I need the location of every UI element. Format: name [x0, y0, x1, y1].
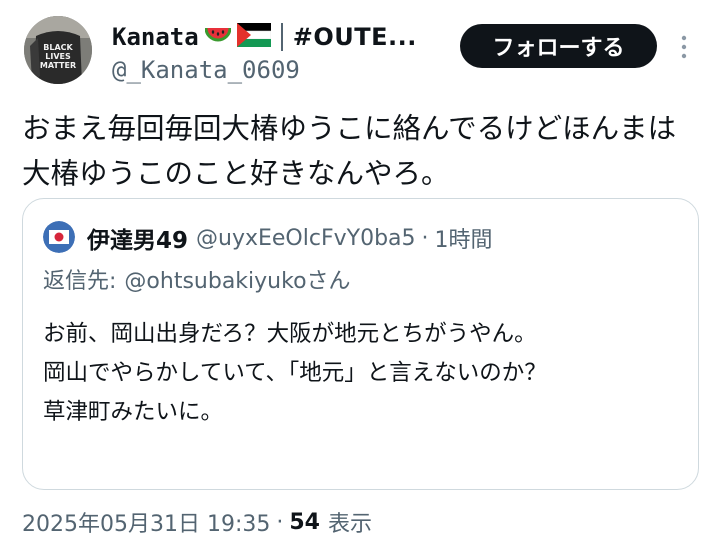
reply-to-label: 返信先:	[43, 269, 117, 294]
avatar-shirt-text-3: MATTER	[40, 61, 76, 70]
avatar-shirt-text-1: BLACK	[43, 43, 73, 52]
quote-body: お前、岡山出身だろ？大阪が地元とちがうやん。 岡山でやらかしていて、「地元」と言…	[43, 315, 683, 432]
author-name-row[interactable]: Kanata #OUTE...	[112, 20, 417, 54]
tweet-text: おまえ毎回毎回大椿ゆうこに絡んでるけどほんまは大椿ゆうこのこと好きなんやろ。	[22, 112, 677, 190]
quote-timestamp[interactable]: 1時間	[435, 222, 493, 254]
author-hashtag: #OUTE...	[292, 23, 417, 51]
palestine-flag-icon	[236, 23, 271, 51]
quote-display-name[interactable]: 伊達男49	[87, 221, 188, 255]
quote-handle[interactable]: @uyxEeOlcFvY0ba5	[196, 226, 416, 251]
reply-to-user[interactable]: @ohtsubakiyukoさん	[124, 263, 350, 295]
quote-line: お前、岡山出身だろ？大阪が地元とちがうやん。	[43, 321, 537, 347]
avatar-image: BLACK LIVES MATTER	[24, 16, 92, 84]
quote-dot: ·	[421, 225, 429, 251]
quote-header: 伊達男49 @uyxEeOlcFvY0ba5 · 1時間	[87, 219, 493, 257]
avatar[interactable]: BLACK LIVES MATTER	[24, 16, 92, 84]
views-label: 表示	[328, 512, 373, 537]
meta-dot: ·	[276, 509, 284, 535]
quote-reply-to: 返信先: @ohtsubakiyukoさん	[43, 261, 351, 297]
quote-line: 岡山でやらかしていて、「地元」と言えないのか？	[43, 360, 547, 386]
tweet-meta: 2025年05月31日 19:35 · 54 表示	[22, 504, 372, 540]
more-vertical-icon[interactable]	[674, 30, 694, 64]
views-count: 54	[289, 509, 320, 535]
quoted-tweet-card[interactable]: 伊達男49 @uyxEeOlcFvY0ba5 · 1時間 返信先: @ohtsu…	[22, 198, 699, 490]
watermelon-icon	[204, 24, 232, 50]
author-display-name[interactable]: Kanata	[112, 23, 199, 51]
quote-avatar[interactable]	[43, 221, 75, 253]
tweet-datetime[interactable]: 2025年05月31日 19:35	[22, 506, 270, 538]
quote-line: 草津町みたいに。	[43, 399, 224, 425]
author-handle[interactable]: @_Kanata_0609	[112, 56, 300, 84]
name-separator	[280, 23, 283, 51]
follow-button[interactable]: フォローする	[460, 24, 657, 68]
avatar-shirt-text-2: LIVES	[45, 52, 71, 61]
